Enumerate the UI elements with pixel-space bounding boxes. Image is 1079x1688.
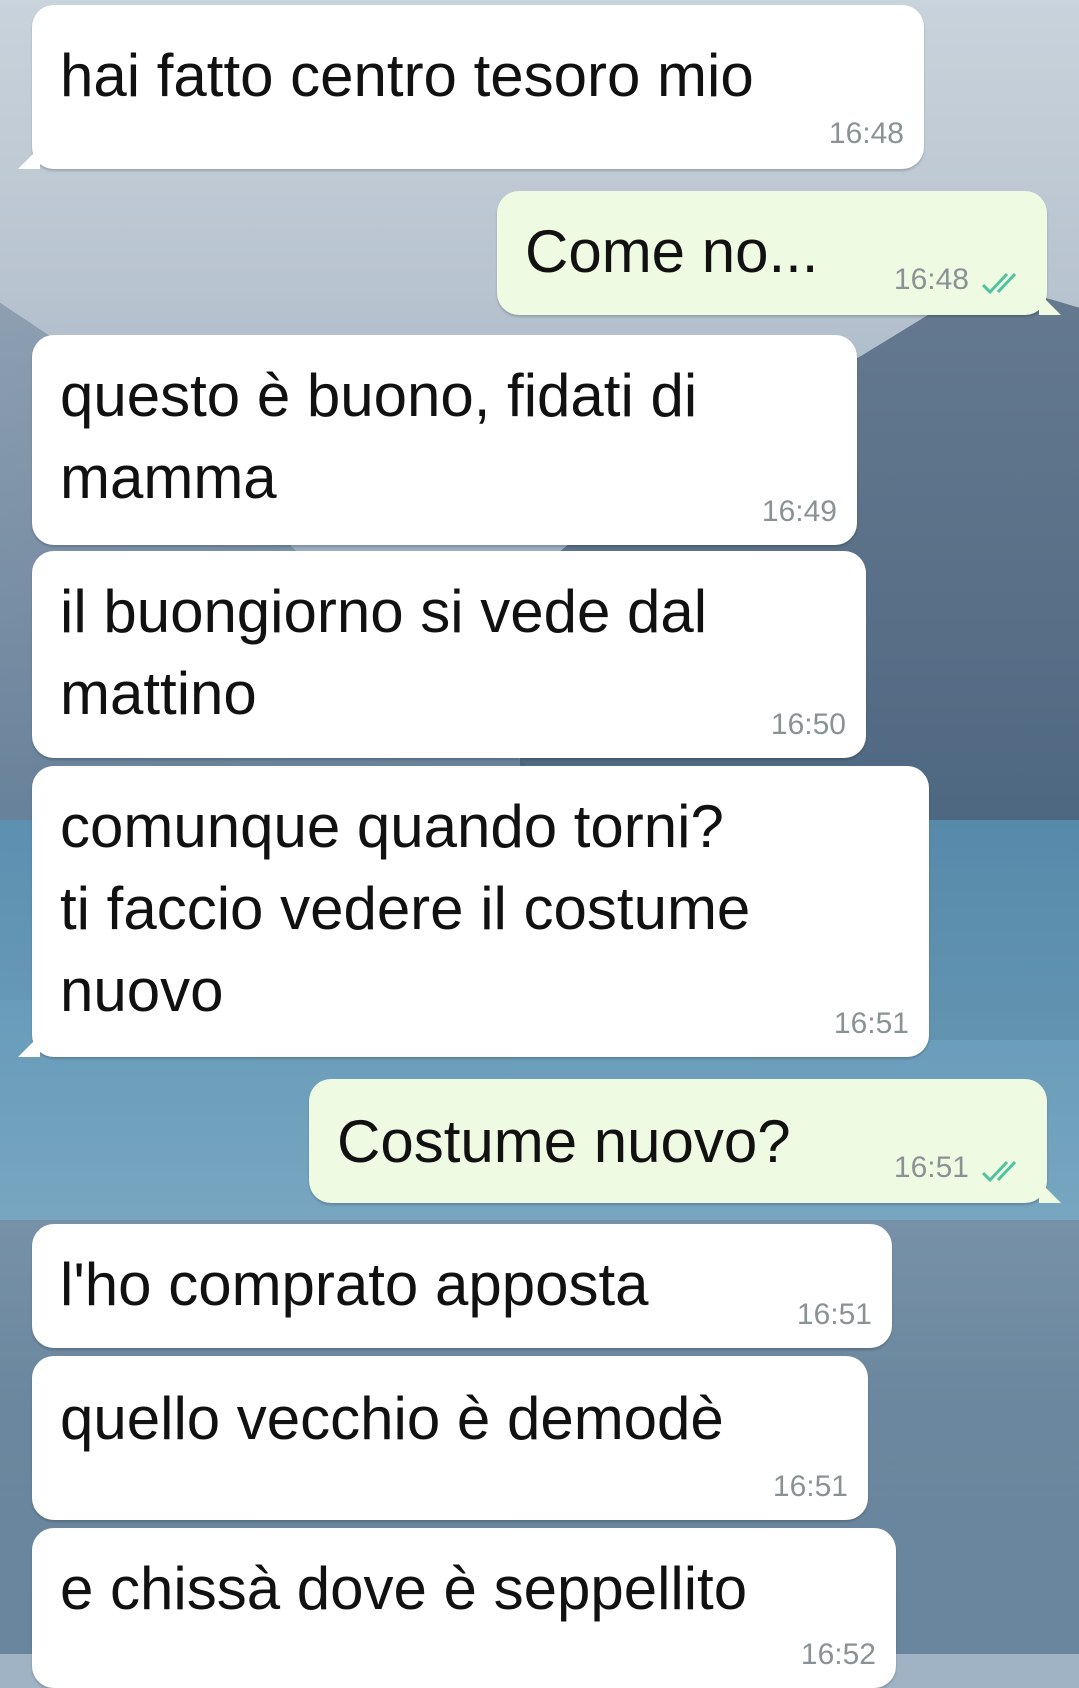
chat-message-list[interactable]: hai fatto centro tesoro mio 16:48 Come n… [0,0,1079,1688]
message-timestamp: 16:48 [893,263,969,296]
message-text: Come no... [525,218,819,285]
message-timestamp: 16:49 [761,495,837,528]
message-bubble-incoming[interactable]: comunque quando torni? ti faccio vedere … [18,766,929,1057]
message-timestamp: 16:48 [828,117,904,150]
message-timestamp: 16:51 [893,1151,969,1184]
bubble-tail [18,147,40,169]
message-bubble-incoming[interactable]: il buongiorno si vede dal mattino 16:50 [32,551,866,758]
message-text: e chissà dove è seppellito [60,1555,748,1622]
message-bubble-incoming[interactable]: l'ho comprato apposta 16:51 [32,1224,892,1348]
message-text: il buongiorno si vede dal mattino [60,578,708,727]
message-text: hai fatto centro tesoro mio [60,42,754,109]
message-text: comunque quando torni? ti faccio vedere … [60,793,751,1024]
bubble-tail [1039,293,1061,315]
message-timestamp: 16:51 [833,1007,909,1040]
message-bubble-outgoing[interactable]: Come no... 16:48 [497,191,1061,315]
message-bubble-incoming[interactable]: questo è buono, fidati di mamma 16:49 [32,335,857,545]
message-bubble-outgoing[interactable]: Costume nuovo? 16:51 [309,1079,1061,1203]
message-text: quello vecchio è demodè [60,1385,724,1452]
bubble-tail [1039,1181,1061,1203]
message-bubble-incoming[interactable]: e chissà dove è seppellito 16:52 [32,1528,896,1688]
message-bubble-incoming[interactable]: hai fatto centro tesoro mio 16:48 [18,5,924,169]
double-check-icon [981,272,1017,295]
message-text: l'ho comprato apposta [60,1251,649,1318]
message-timestamp: 16:51 [796,1298,872,1331]
bubble-tail [18,1035,40,1057]
message-timestamp: 16:52 [800,1638,876,1671]
message-text: Costume nuovo? [337,1108,791,1175]
message-timestamp: 16:51 [772,1470,848,1503]
message-timestamp: 16:50 [770,708,846,741]
double-check-icon [981,1160,1017,1183]
message-text: questo è buono, fidati di mamma [60,362,698,511]
message-bubble-incoming[interactable]: quello vecchio è demodè 16:51 [32,1356,868,1520]
